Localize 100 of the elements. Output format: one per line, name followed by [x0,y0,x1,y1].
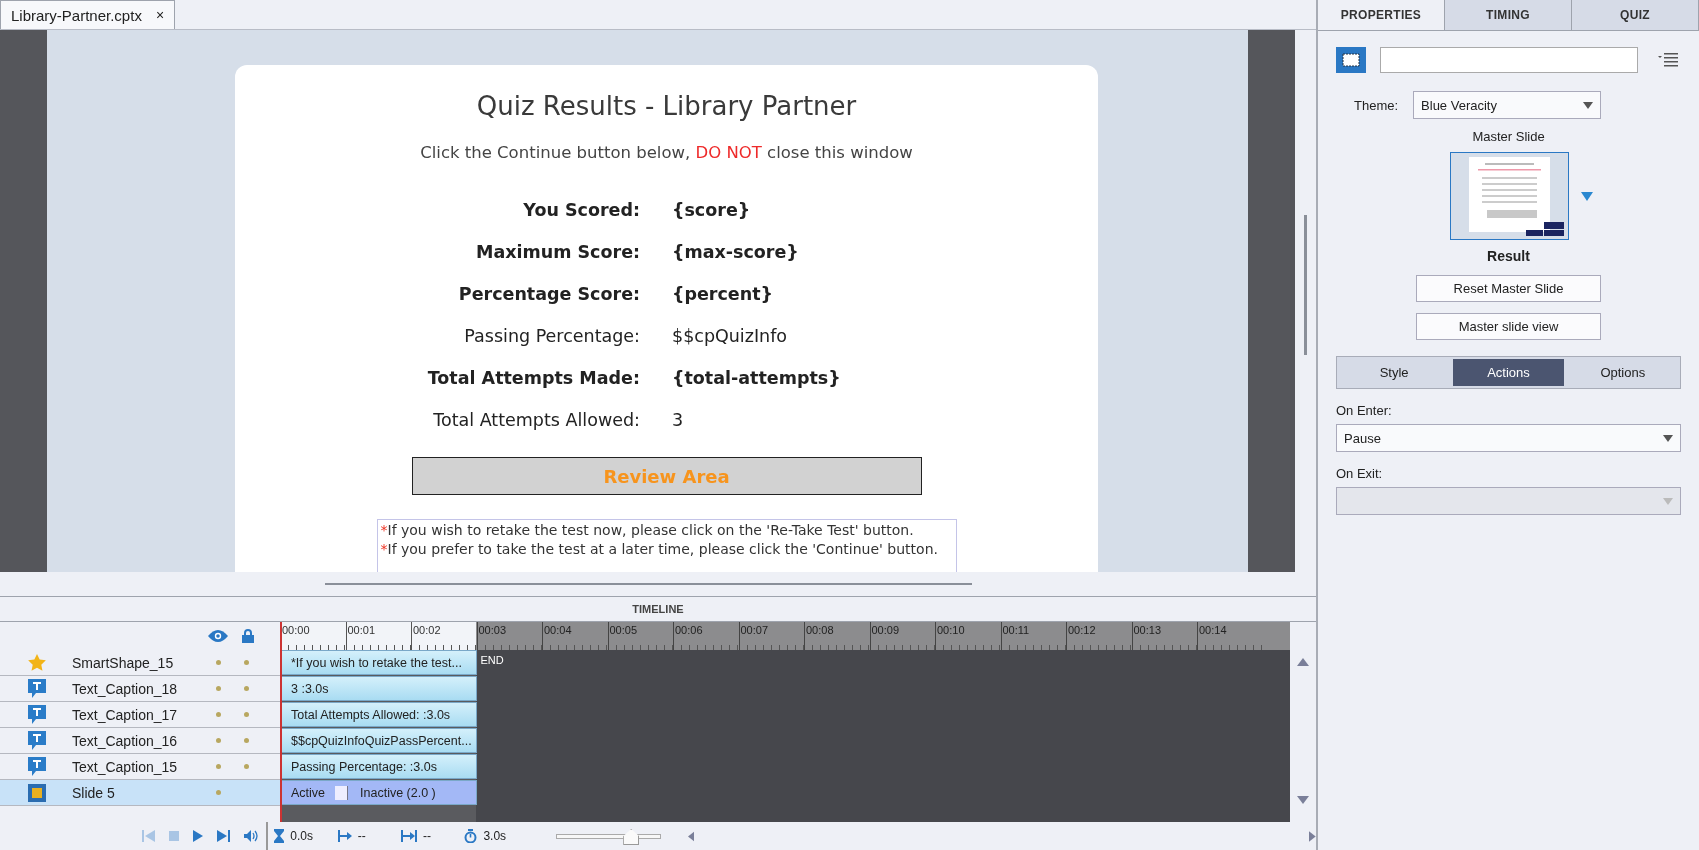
score-value: {total-attempts} [672,367,842,390]
time-ruler[interactable]: 00:00 00:01 00:02 00:03 00:04 00:05 00:06 00:07 00:08 00:09 00:10 00:11 00:12 00:13 00:14 [280,622,1290,650]
fade-out-value: -- [423,829,432,843]
on-enter-label: On Enter: [1336,403,1393,418]
text-caption-icon [28,705,46,724]
visibility-dot[interactable] [216,764,221,769]
sub-tab[interactable]: Actions [1453,359,1564,386]
dropdown-caret-icon [1663,497,1673,505]
slide-object-icon [1336,47,1366,73]
visibility-dot[interactable] [216,790,221,795]
dropdown-caret-icon [1663,434,1673,442]
panel-tab[interactable]: QUIZ [1572,0,1699,30]
speaker-icon [244,830,259,842]
stop-icon [169,831,180,841]
time-label: 00:04 [542,622,608,650]
scroll-up-icon[interactable] [1297,658,1309,666]
layer-row[interactable]: Slide 5 [0,780,280,806]
object-timing-bar[interactable]: Total Attempts Allowed: :3.0s [280,702,477,727]
score-value: $$cpQuizInfo [672,325,789,348]
lock-dot[interactable] [244,712,249,717]
time-label: 00:01 [345,622,411,650]
theme-dropdown[interactable]: Blue Veracity [1413,91,1602,119]
text-caption-icon [28,679,46,698]
score-value: 3 [672,409,685,432]
score-label: Total Attempts Made: [426,367,640,390]
layer-row[interactable]: Text_Caption_17 [0,702,280,728]
master-slide-thumbnail[interactable] [1450,152,1569,240]
text-caption-icon [28,757,46,776]
scrollbar-thumb[interactable] [325,583,972,585]
close-button[interactable]: × [155,7,165,23]
score-value: {percent} [672,283,774,306]
lock-dot[interactable] [244,764,249,769]
document-tab-title: Library-Partner.cptx [11,6,142,24]
zoom-slider-thumb[interactable] [623,829,640,845]
score-label: You Scored: [522,199,640,222]
slide-subtitle: Click the Continue button below, DO NOT close this window [420,143,913,162]
instruction-line: *If you prefer to take the test at a later time, please click the 'Continue' button. [380,540,939,559]
time-label: 00:10 [935,622,1001,650]
play-icon [193,830,204,842]
time-label: 00:02 [411,622,477,650]
on-exit-label: On Exit: [1336,466,1384,481]
layer-name: Slide 5 [72,784,116,801]
master-slide-button[interactable]: Master slide view [1416,313,1601,340]
scrollbar-thumb[interactable] [1304,215,1307,355]
slide-title: Quiz Results - Library Partner [476,91,857,121]
slide-timing-bar[interactable]: Active Inactive (2.0 ) [280,780,477,805]
dropdown-caret-icon [1583,101,1594,109]
on-enter-dropdown[interactable]: Pause [1336,424,1681,452]
layer-row[interactable]: Text_Caption_15 [0,754,280,780]
dropdown-arrow-icon[interactable] [1581,191,1593,201]
visibility-dot[interactable] [216,686,221,691]
lock-dot[interactable] [244,738,249,743]
time-label: 00:05 [607,622,673,650]
visibility-dot[interactable] [216,738,221,743]
lock-dot[interactable] [244,686,249,691]
sub-tab[interactable]: Options [1567,359,1678,386]
object-timing-bar[interactable]: Passing Percentage: :3.0s [280,754,477,779]
fade-in-value: -- [357,829,366,843]
scroll-down-icon[interactable] [1297,796,1309,804]
layer-row[interactable]: Text_Caption_18 [0,676,280,702]
arrow-right-to-bar-icon [337,830,352,842]
score-label: Percentage Score: [457,283,640,306]
time-label: 00:11 [1000,622,1066,650]
layer-name: Text_Caption_16 [72,732,179,749]
document-tab[interactable]: Library-Partner.cptx × [0,0,176,29]
time-label: 00:13 [1131,622,1197,650]
layer-name: Text_Caption_17 [72,706,179,723]
name-input-field[interactable] [1380,47,1638,73]
sub-tab[interactable]: Style [1339,359,1450,386]
time-label: 00:09 [869,622,935,650]
object-timing-bar[interactable]: *If you wish to retake the test... [280,650,477,675]
panel-menu-icon[interactable] [1658,53,1678,67]
layer-name: SmartShape_15 [72,654,175,671]
lock-icon[interactable] [242,629,254,643]
object-timing-bar[interactable]: $$cpQuizInfoQuizPassPercent... [280,728,477,753]
time-label: 00:14 [1197,622,1263,650]
object-timing-bar[interactable]: 3 :3.0s [280,676,477,701]
playback-button[interactable] [193,830,204,842]
theme-label: Theme: [1354,97,1399,113]
panel-tab[interactable]: TIMING [1445,0,1572,30]
duration-value: 3.0s [483,829,507,843]
eye-icon[interactable] [208,630,228,642]
layer-row[interactable]: Text_Caption_16 [0,728,280,754]
skip-forward-icon [217,830,231,842]
master-slide-label: Master Slide [1472,129,1545,144]
master-slide-name: Result [1487,248,1530,264]
skip-back-icon [142,830,156,842]
score-label: Maximum Score: [474,241,640,264]
visibility-dot[interactable] [216,712,221,717]
master-slide-button[interactable]: Reset Master Slide [1416,275,1601,302]
instruction-line: *If you wish to retake the test now, please click on the 'Re-Take Test' button. [380,521,915,540]
lock-dot[interactable] [244,660,249,665]
playback-button[interactable] [244,830,259,842]
hourglass-icon [274,829,285,843]
playback-button[interactable] [217,830,231,842]
text-caption-icon [28,731,46,750]
score-value: {score} [672,199,752,222]
visibility-dot[interactable] [216,660,221,665]
score-value: {max-score} [672,241,800,264]
scroll-left-icon[interactable] [687,830,695,842]
